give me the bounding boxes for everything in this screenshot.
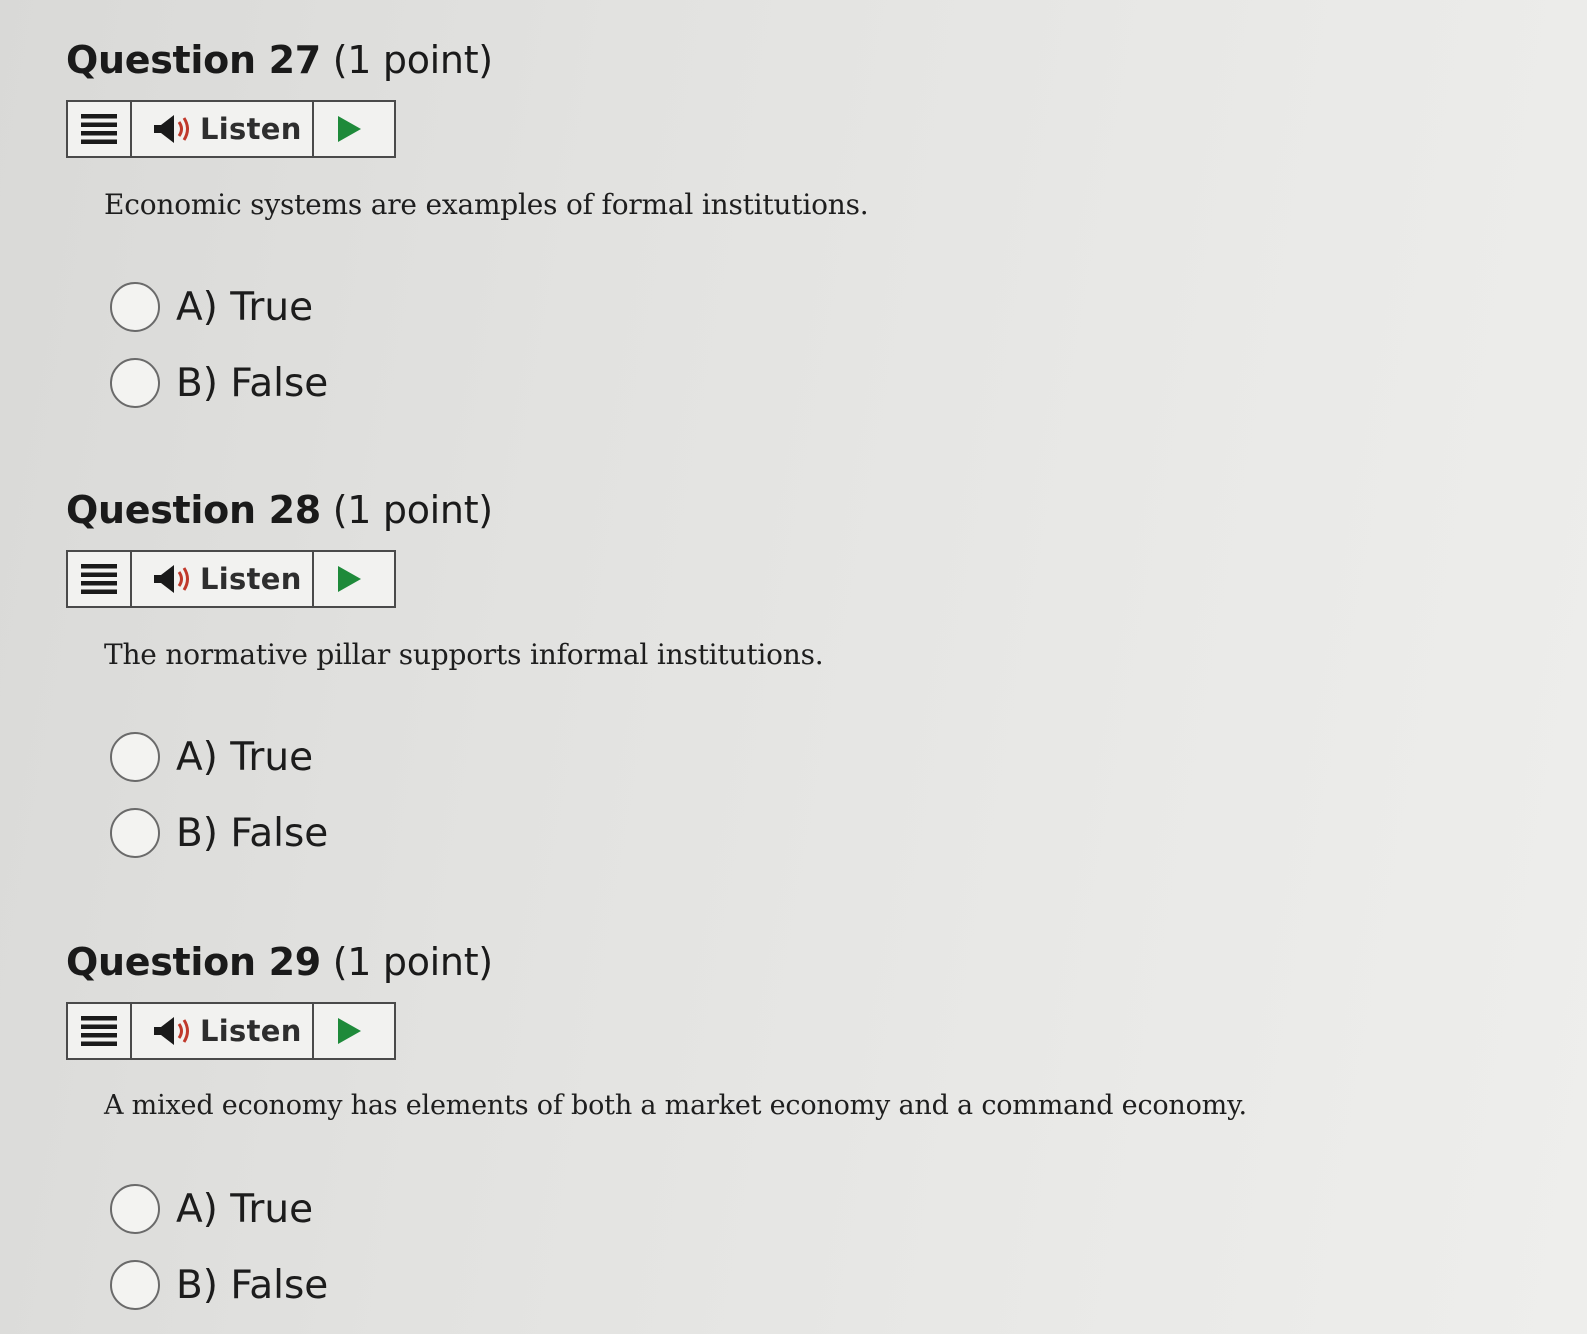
question-number: Question 27 [66,38,321,82]
option-false[interactable]: B) False [110,808,328,858]
radio-button[interactable] [110,808,160,858]
option-true[interactable]: A) True [110,732,313,782]
question-points: (1 point) [332,940,493,984]
option-label: B) False [176,1262,329,1308]
menu-lines-icon [81,1016,117,1046]
listen-button[interactable]: Listen [132,552,314,606]
option-false[interactable]: B) False [110,358,328,408]
option-label: B) False [176,810,329,856]
listen-label: Listen [200,112,302,146]
listen-menu-button[interactable] [68,552,132,606]
question-points: (1 point) [332,38,493,82]
play-icon [338,566,361,592]
question-text: A mixed economy has elements of both a m… [104,1090,1247,1121]
speaker-icon [154,1017,189,1045]
play-button[interactable] [314,1004,394,1058]
question-text: Economic systems are examples of formal … [104,188,869,221]
question-number: Question 29 [66,940,321,984]
option-label: A) True [176,1186,314,1232]
option-true[interactable]: A) True [110,282,313,332]
listen-menu-button[interactable] [68,102,132,156]
question-title: Question 29 (1 point) [66,940,493,984]
option-label: A) True [176,734,314,780]
menu-lines-icon [81,564,117,594]
option-label: B) False [176,360,329,406]
play-button[interactable] [314,552,394,606]
question-title: Question 28 (1 point) [66,488,493,532]
question-number: Question 28 [66,488,321,532]
listen-toolbar: Listen [66,100,396,158]
listen-label: Listen [200,562,302,596]
option-false[interactable]: B) False [110,1260,328,1310]
radio-button[interactable] [110,1260,160,1310]
menu-lines-icon [81,114,117,144]
radio-button[interactable] [110,358,160,408]
radio-button[interactable] [110,732,160,782]
radio-button[interactable] [110,282,160,332]
option-label: A) True [176,284,314,330]
question-title: Question 27 (1 point) [66,38,493,82]
listen-menu-button[interactable] [68,1004,132,1058]
listen-button[interactable]: Listen [132,1004,314,1058]
question-points: (1 point) [332,488,493,532]
play-button[interactable] [314,102,394,156]
listen-toolbar: Listen [66,1002,396,1060]
play-icon [338,116,361,142]
listen-toolbar: Listen [66,550,396,608]
listen-label: Listen [200,1014,302,1048]
question-text: The normative pillar supports informal i… [104,638,824,671]
listen-button[interactable]: Listen [132,102,314,156]
option-true[interactable]: A) True [110,1184,313,1234]
speaker-icon [154,115,189,143]
radio-button[interactable] [110,1184,160,1234]
speaker-icon [154,565,189,593]
play-icon [338,1018,361,1044]
